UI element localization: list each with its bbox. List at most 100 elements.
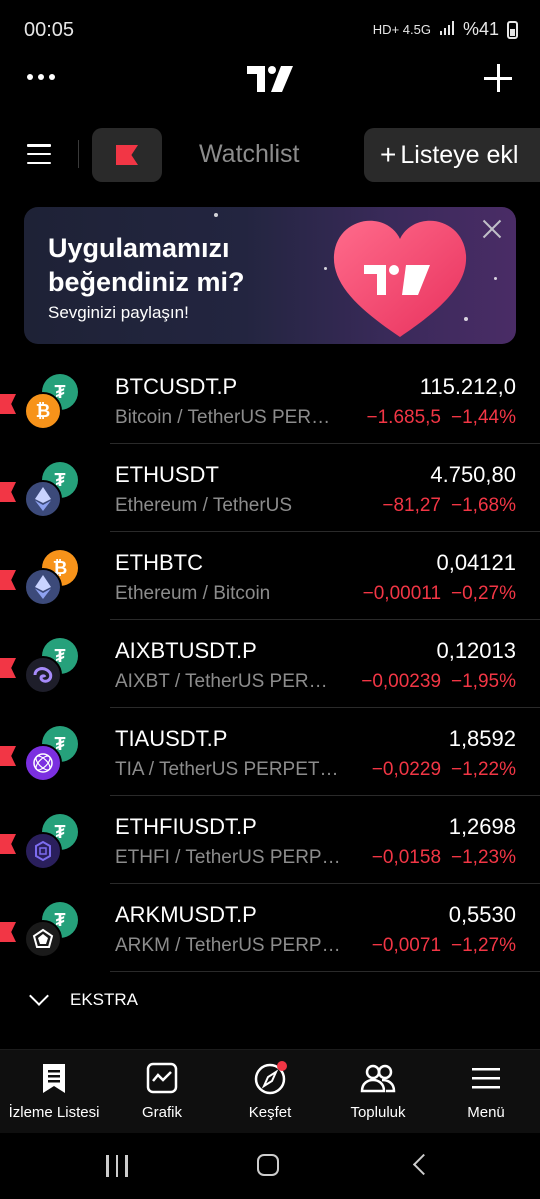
last-price: 0,12013 [436, 638, 516, 663]
red-flag-marker [0, 922, 16, 942]
watchlist-icon [36, 1060, 72, 1096]
arkham-icon [24, 920, 62, 958]
symbol-description: ARKM / TetherUS PERP… [115, 935, 341, 956]
heart-logo-icon [330, 215, 470, 344]
nav-chart-label: Grafik [141, 1104, 182, 1121]
bitcoin-icon: ₿ [24, 392, 62, 430]
price-change-percent: −0,27% [451, 583, 516, 604]
last-price: 4.750,80 [430, 462, 516, 487]
battery-icon [507, 20, 518, 39]
sparkle [324, 267, 327, 270]
community-icon [360, 1060, 396, 1096]
red-flag-marker [0, 658, 16, 678]
close-banner-button[interactable] [482, 219, 502, 239]
red-flag-marker [0, 394, 16, 414]
network-indicator: HD+ 4.5G [372, 22, 431, 37]
symbol-description: Ethereum / Bitcoin [115, 583, 271, 604]
section-ekstra-toggle[interactable]: EKSTRA [29, 986, 139, 1010]
price-change: −0,0229 [371, 759, 442, 780]
toolbar-divider [78, 140, 79, 168]
row-divider [110, 971, 540, 972]
price-change: −0,0071 [371, 935, 442, 956]
last-price: 115.212,0 [419, 374, 516, 399]
symbol-ticker: BTCUSDT.P [115, 374, 238, 399]
add-to-list-label: Listeye ekl [400, 140, 519, 169]
red-flag-marker [0, 482, 16, 502]
tab-watchlist[interactable]: Watchlist [199, 140, 299, 169]
price-change-percent: −1,23% [451, 847, 516, 868]
symbol-ticker: ETHUSDT [115, 462, 219, 487]
nav-watchlist-label: İzleme Listesi [8, 1104, 100, 1121]
symbol-description: TIA / TetherUS PERPET… [115, 759, 339, 780]
home-button[interactable] [257, 1154, 279, 1176]
chart-icon [144, 1060, 180, 1096]
symbol-description: ETHFI / TetherUS PERP… [115, 847, 341, 868]
price-change-percent: −1,95% [451, 671, 516, 692]
ethereum-icon [24, 480, 62, 518]
recent-apps-button[interactable] [106, 1155, 128, 1177]
watchlist-row[interactable]: ₮ ARKMUSDT.P ARKM / TetherUS PERP… 0,553… [0, 884, 540, 972]
plus-icon: + [380, 139, 397, 170]
watchlist-row[interactable]: ₮ ETHFIUSDT.P ETHFI / TetherUS PERP… 1,2… [0, 796, 540, 884]
price-change-percent: −1,27% [451, 935, 516, 956]
symbol-ticker: TIAUSDT.P [115, 726, 228, 751]
lists-menu-icon[interactable] [27, 144, 51, 164]
nav-explore[interactable]: Keşfet [216, 1050, 324, 1133]
symbol-ticker: AIXBTUSDT.P [115, 638, 257, 663]
ethereum-icon [24, 568, 62, 606]
top-bar [0, 60, 540, 100]
status-bar: 00:05 HD+ 4.5G %41 [0, 0, 540, 60]
more-options-icon[interactable] [27, 74, 55, 80]
watchlist-row[interactable]: ₮ ETHUSDT Ethereum / TetherUS 4.750,80 −… [0, 444, 540, 532]
last-price: 0,5530 [448, 902, 516, 927]
watchlist-row[interactable]: ₿ ETHBTC Ethereum / Bitcoin 0,04121 −0,0… [0, 532, 540, 620]
bottom-navigation: İzleme Listesi Grafik Keşfet Topluluk Me… [0, 1049, 540, 1133]
add-to-list-button[interactable]: + Listeye ekl [364, 128, 540, 182]
red-flag-icon [116, 145, 138, 165]
price-change-percent: −1,22% [451, 759, 516, 780]
last-price: 0,04121 [436, 550, 516, 575]
nav-community-label: Topluluk [350, 1104, 406, 1121]
price-change: −0,00239 [361, 671, 442, 692]
nav-menu-label: Menü [467, 1104, 505, 1121]
banner-subtitle: Sevginizi paylaşın! [48, 303, 189, 322]
price-change: −1.685,5 [366, 407, 442, 428]
aixbt-icon [24, 656, 62, 694]
flagged-list-tab[interactable] [92, 128, 162, 182]
back-button[interactable] [412, 1153, 435, 1176]
nav-community[interactable]: Topluluk [324, 1050, 432, 1133]
sparkle [494, 277, 497, 280]
compass-icon [252, 1060, 288, 1096]
red-flag-marker [0, 746, 16, 766]
watchlist-row[interactable]: ₮ AIXBTUSDT.P AIXBT / TetherUS PER… 0,12… [0, 620, 540, 708]
section-ekstra-label: EKSTRA [70, 990, 139, 1009]
last-price: 1,2698 [448, 814, 516, 839]
rate-app-banner[interactable]: Uygulamamızı beğendiniz mi? Sevginizi pa… [24, 207, 516, 344]
add-symbol-button[interactable] [484, 64, 512, 92]
price-change: −0,00011 [362, 583, 442, 604]
price-change-percent: −1,44% [451, 407, 516, 428]
menu-icon [468, 1060, 504, 1096]
symbol-description: AIXBT / TetherUS PER… [115, 671, 328, 692]
symbol-description: Ethereum / TetherUS [115, 495, 293, 516]
nav-menu[interactable]: Menü [432, 1050, 540, 1133]
celestia-icon [24, 744, 62, 782]
symbol-ticker: ARKMUSDT.P [115, 902, 257, 927]
nav-watchlist[interactable]: İzleme Listesi [0, 1050, 108, 1133]
tradingview-logo [247, 66, 293, 97]
red-flag-marker [0, 834, 16, 854]
symbol-ticker: ETHFIUSDT.P [115, 814, 257, 839]
watchlist-toolbar: Watchlist + Listeye ekl [0, 126, 540, 184]
system-navigation-bar [0, 1133, 540, 1199]
symbol-description: Bitcoin / TetherUS PER… [115, 407, 331, 428]
watchlist-row[interactable]: ₮ ₿ BTCUSDT.P Bitcoin / TetherUS PER… 11… [0, 356, 540, 444]
battery-level: %41 [462, 19, 499, 39]
signal-icon [439, 19, 455, 40]
banner-title: Uygulamamızı beğendiniz mi? [48, 233, 245, 297]
red-flag-marker [0, 570, 16, 590]
price-change: −81,27 [382, 495, 442, 516]
last-price: 1,8592 [448, 726, 516, 751]
etherfi-icon [24, 832, 62, 870]
watchlist-row[interactable]: ₮ TIAUSDT.P TIA / TetherUS PERPET… 1,859… [0, 708, 540, 796]
nav-chart[interactable]: Grafik [108, 1050, 216, 1133]
